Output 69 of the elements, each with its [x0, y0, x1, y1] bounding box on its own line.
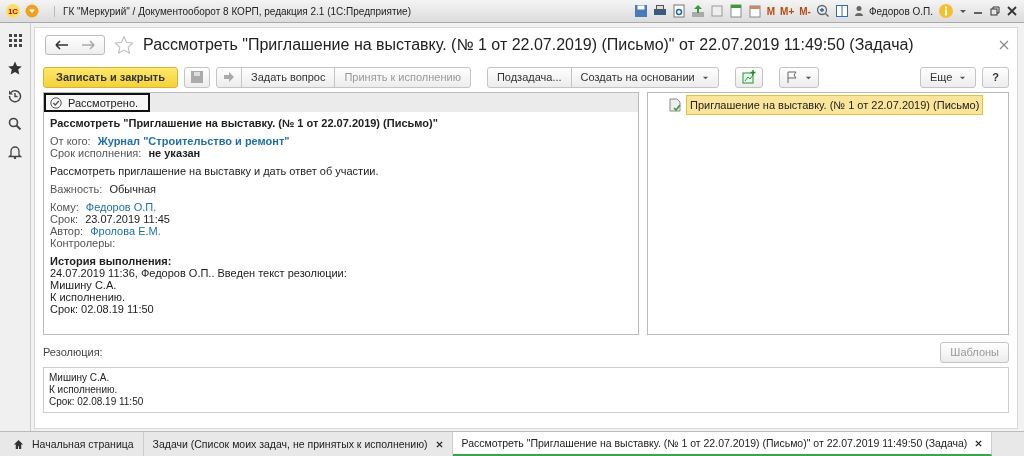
app-logo[interactable]: 1С [6, 4, 20, 18]
star-icon[interactable] [8, 61, 22, 75]
memory-button[interactable]: M [766, 5, 776, 17]
close-icon[interactable] [1006, 5, 1018, 17]
resolution-label: Резолюция: [43, 346, 103, 358]
zoom-icon[interactable] [815, 4, 830, 18]
toolbar-button[interactable]: Задать вопрос [241, 66, 336, 88]
field-value: Рассмотреть приглашение на выставку и дать ответ об участии. [50, 165, 379, 177]
home-icon [13, 438, 24, 450]
flag-icon [785, 71, 798, 83]
menu-button[interactable]: Создать на основании [570, 66, 719, 88]
preview-icon[interactable] [671, 4, 686, 18]
memory-button[interactable]: M- [799, 5, 811, 17]
close-icon[interactable] [975, 439, 983, 447]
help-button[interactable]: ? [982, 66, 1009, 88]
user-name[interactable]: Федоров О.П. [868, 5, 933, 17]
field-link[interactable]: Фролова Е.М. [90, 225, 161, 237]
task-heading: Рассмотреть "Приглашение на выставку. (№ 1 от 22.07.2019) (Письмо)" [50, 117, 439, 129]
caret-icon[interactable] [959, 7, 967, 15]
field-value: не указан [148, 147, 201, 159]
tab[interactable]: Рассмотреть "Приглашение на выставку. (№ 1 от 22.07.2019) (Письмо)" от 22.07.2019 11:49:50 (Задача) [452, 432, 993, 456]
history-line: Мишину С.А. [50, 279, 118, 291]
history-line: Срок: 02.08.19 11:50 [50, 303, 155, 315]
restore-icon[interactable] [989, 5, 1001, 17]
history-line: 24.07.2019 11:36, Федоров О.П.. Введен текст резолюции: [50, 267, 348, 279]
tab[interactable]: Задачи (Список моих задач, не принятых к исполнению) [143, 432, 453, 456]
field-label: Кому: [50, 201, 79, 213]
history-line: К исполнению. [50, 291, 127, 303]
field-value: Обычная [109, 183, 157, 195]
history-title: История выполнения: [50, 255, 173, 267]
related-document-item[interactable]: Приглашение на выставку. (№ 1 от 22.07.2019) (Письмо) [686, 95, 984, 115]
field-label: Контролеры: [50, 237, 116, 249]
table-icon[interactable] [728, 4, 743, 18]
field-value: 23.07.2019 11:45 [85, 213, 170, 225]
status-label: Рассмотрено. [44, 93, 151, 112]
field-label: Автор: [50, 225, 84, 237]
save-and-close-button[interactable]: Записать и закрыть [43, 66, 179, 88]
window-title: ГК "Меркурий" / Документооборот 8 КОРП, редакция 2.1 (1С:Предприятие) [54, 5, 411, 17]
document-check-icon [668, 98, 682, 112]
history-icon[interactable] [8, 89, 22, 103]
back-arrow-icon[interactable] [55, 40, 69, 50]
save-icon[interactable] [633, 4, 648, 18]
upload-icon[interactable] [690, 4, 705, 18]
tab[interactable]: Начальная страница [4, 432, 144, 456]
field-label: Важность: [50, 183, 103, 195]
navigation-buttons[interactable] [45, 35, 105, 55]
field-label: От кого: [50, 135, 91, 147]
field-link[interactable]: Федоров О.П. [85, 201, 157, 213]
resolution-field[interactable]: Мишину С.А. К исполнению. Срок: 02.08.19 11:50 [43, 367, 1009, 413]
user-icon [853, 5, 864, 17]
field-link[interactable]: Журнал "Строительство и ремонт" [97, 135, 290, 147]
bell-icon[interactable] [8, 145, 22, 159]
more-button[interactable]: Еще [919, 66, 977, 88]
grid-menu-icon[interactable] [8, 33, 22, 47]
favorite-star-icon[interactable] [115, 36, 133, 54]
arrow-icon [223, 71, 236, 83]
form-title: Рассмотреть "Приглашение на выставку. (№ 1 от 22.07.2019) (Письмо)" от 22.07.2019 11:49:50 (Задача) [143, 36, 914, 54]
add-report-button[interactable] [734, 66, 763, 88]
print-icon[interactable] [652, 4, 667, 18]
menu-button[interactable]: Подзадача... [486, 66, 572, 88]
memory-button[interactable]: M+ [780, 5, 795, 17]
field-label: Срок: [50, 213, 79, 225]
field-label: Срок исполнения: [50, 147, 142, 159]
panel-icon[interactable] [834, 4, 849, 18]
close-icon[interactable] [435, 440, 443, 448]
search-icon[interactable] [8, 117, 22, 131]
chart-plus-icon [741, 70, 756, 84]
calendar-icon[interactable] [747, 4, 762, 18]
floppy-icon [191, 71, 204, 83]
